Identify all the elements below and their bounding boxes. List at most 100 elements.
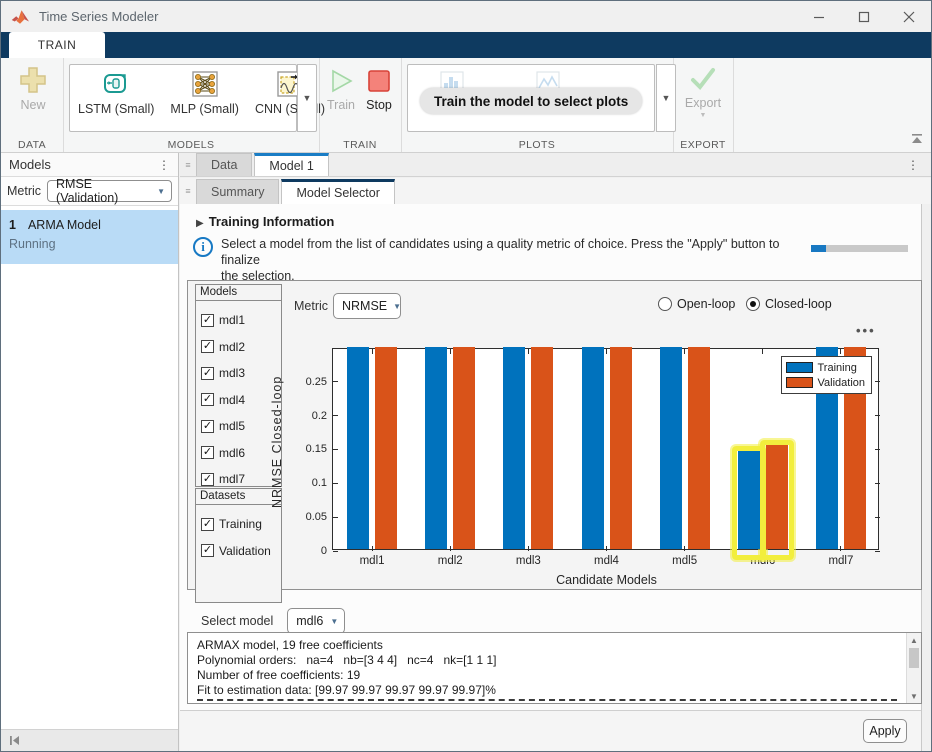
- scrollbar[interactable]: ▲ ▼: [906, 633, 921, 703]
- x-tick: [840, 349, 841, 354]
- stop-icon: [366, 68, 392, 94]
- model-sub-tab-bar: ≡ Summary Model Selector: [180, 178, 931, 204]
- y-tick: [875, 483, 880, 484]
- collapse-up-icon: [911, 134, 923, 144]
- tab-model-1[interactable]: Model 1: [254, 153, 328, 176]
- checkbox-model-mdl1[interactable]: ✓mdl1: [201, 307, 281, 334]
- metric-dropdown[interactable]: RMSE (Validation) ▼: [47, 180, 172, 202]
- radio-closed-loop-label: Closed-loop: [765, 297, 832, 311]
- chevron-down-icon: ▼: [303, 93, 312, 103]
- drag-handle-icon[interactable]: ≡: [180, 160, 196, 170]
- models-group-label: Models: [195, 284, 282, 301]
- minimize-button[interactable]: [796, 1, 841, 32]
- apply-button[interactable]: Apply: [863, 719, 907, 743]
- checkbox-checked-icon[interactable]: ✓: [201, 393, 214, 406]
- bar-validation-mdl5: [688, 347, 710, 549]
- model-info-textarea[interactable]: ARMAX model, 19 free coefficients Polyno…: [187, 632, 922, 704]
- checkbox-checked-icon[interactable]: ✓: [201, 446, 214, 459]
- model-selector-panel: Models ✓mdl1✓mdl2✓mdl3✓mdl4✓mdl5✓mdl6✓md…: [187, 280, 922, 590]
- x-tick: [372, 546, 373, 551]
- checkbox-model-mdl5[interactable]: ✓ mdl5: [201, 413, 281, 440]
- y-tick: [333, 381, 338, 382]
- export-button: Export ▼: [679, 66, 727, 119]
- checkbox-checked-icon[interactable]: ✓: [201, 314, 214, 327]
- model-template-label: MLP (Small): [170, 102, 239, 116]
- train-button: Train: [323, 68, 359, 112]
- bar-validation-mdl1: [375, 347, 397, 549]
- export-button-label: Export: [685, 96, 721, 110]
- drag-handle-icon[interactable]: ≡: [180, 186, 196, 196]
- model-template-cnn[interactable]: CNN (Small): [247, 65, 333, 131]
- document-menu-icon[interactable]: ⋮: [907, 159, 919, 171]
- models-gallery-dropdown[interactable]: ▼: [297, 64, 317, 132]
- checkbox-model-mdl6[interactable]: ✓mdl6: [201, 440, 281, 467]
- disclosure-triangle-icon: ▶: [196, 218, 204, 229]
- checkbox-dataset-training[interactable]: ✓Training: [201, 511, 281, 538]
- checkbox-checked-icon[interactable]: ✓: [201, 340, 214, 353]
- close-button[interactable]: [886, 1, 931, 32]
- plus-icon: [19, 66, 47, 94]
- tab-train[interactable]: TRAIN: [9, 32, 105, 58]
- bar-training-mdl4: [582, 347, 604, 549]
- chart-metric-dropdown[interactable]: NRMSE ▼: [333, 293, 401, 319]
- checkbox-model-mdl4[interactable]: ✓mdl4: [201, 387, 281, 414]
- info-icon: i: [193, 237, 213, 257]
- checkbox-label: mdl3: [219, 366, 245, 380]
- bar-training-mdl5: [660, 347, 682, 549]
- x-tick: [762, 349, 763, 354]
- checkbox-checked-icon[interactable]: ✓: [201, 473, 214, 486]
- chart-options-icon[interactable]: •••: [856, 323, 876, 338]
- legend-entry-training: Training: [786, 360, 866, 375]
- scroll-up-icon[interactable]: ▲: [907, 633, 921, 647]
- checkbox-checked-icon[interactable]: ✓: [201, 420, 214, 433]
- window-title: Time Series Modeler: [39, 9, 158, 24]
- train-button-label: Train: [327, 98, 355, 112]
- x-tick: [606, 546, 607, 551]
- chevron-down-icon: ▼: [151, 187, 165, 196]
- panel-title: Models: [9, 157, 51, 172]
- chart-metric-value: NRMSE: [342, 299, 387, 313]
- scroll-down-icon[interactable]: ▼: [907, 689, 921, 703]
- select-model-dropdown[interactable]: mdl6 ▼: [287, 608, 345, 634]
- radio-open-loop[interactable]: Open-loop: [658, 297, 735, 311]
- y-tick: [333, 415, 338, 416]
- checkbox-model-mdl2[interactable]: ✓mdl2: [201, 334, 281, 361]
- bar-training-mdl1: [347, 347, 369, 549]
- plots-gallery-dropdown[interactable]: ▼: [656, 64, 676, 132]
- y-tick: [875, 551, 880, 552]
- model-list-item-selected[interactable]: 1ARMA Model Running: [1, 210, 178, 264]
- x-tick: [684, 546, 685, 551]
- stop-button[interactable]: Stop: [361, 68, 397, 112]
- chart-metric-label: Metric: [294, 299, 328, 313]
- y-tick: [875, 517, 880, 518]
- checkbox-checked-icon[interactable]: ✓: [201, 367, 214, 380]
- training-information-expander[interactable]: ▶Training Information: [196, 214, 334, 229]
- app-window: Time Series Modeler TRAIN New DATA: [0, 0, 932, 752]
- checkbox-checked-icon[interactable]: ✓: [201, 518, 214, 531]
- model-template-lstm[interactable]: LSTM (Small): [70, 65, 162, 131]
- document-tab-bar: ≡ Data Model 1 ⋮: [180, 153, 931, 177]
- tab-model-selector[interactable]: Model Selector: [281, 179, 394, 204]
- panel-menu-icon[interactable]: ⋮: [158, 159, 170, 171]
- checkbox-dataset-validation[interactable]: ✓Validation: [201, 538, 281, 565]
- y-tick: [875, 381, 880, 382]
- x-tick-label: mdl2: [438, 555, 463, 567]
- x-axis-title: Candidate Models: [333, 573, 880, 587]
- y-tick: [333, 449, 338, 450]
- panel-collapse-bar[interactable]: [1, 729, 178, 751]
- collapse-left-icon: [9, 735, 20, 746]
- checkbox-checked-icon[interactable]: ✓: [201, 544, 214, 557]
- scrollbar-thumb[interactable]: [909, 648, 919, 668]
- y-tick-label: 0.15: [293, 443, 327, 455]
- collapse-ribbon-button[interactable]: [911, 131, 923, 149]
- tab-summary[interactable]: Summary: [196, 179, 279, 204]
- training-progress-bar: [811, 245, 908, 252]
- tab-data[interactable]: Data: [196, 153, 252, 176]
- checkbox-label: mdl5: [219, 419, 245, 433]
- x-tick: [684, 349, 685, 354]
- radio-closed-loop[interactable]: Closed-loop: [746, 297, 832, 311]
- checkbox-model-mdl3[interactable]: ✓ mdl3: [201, 360, 281, 387]
- maximize-button[interactable]: [841, 1, 886, 32]
- model-template-mlp[interactable]: MLP (Small): [162, 65, 247, 131]
- radio-open-loop-label: Open-loop: [677, 297, 735, 311]
